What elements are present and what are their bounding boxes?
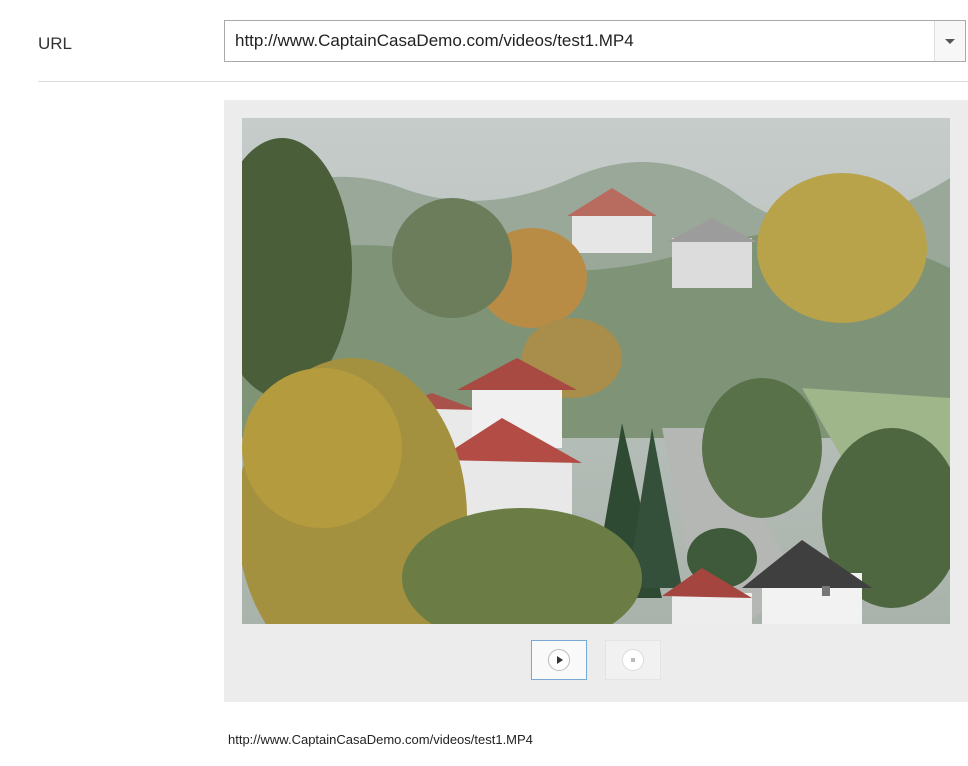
- url-combobox[interactable]: [224, 20, 966, 62]
- video-controls: [224, 640, 968, 690]
- video-still-image: [242, 118, 950, 624]
- chevron-down-icon: [945, 38, 955, 44]
- row-divider: [38, 81, 968, 82]
- url-dropdown-button[interactable]: [934, 21, 965, 61]
- url-input[interactable]: [225, 21, 934, 61]
- stop-icon: [622, 649, 644, 671]
- url-row: URL: [0, 0, 968, 82]
- video-source-caption: http://www.CaptainCasaDemo.com/videos/te…: [228, 732, 533, 747]
- url-label: URL: [38, 34, 73, 53]
- video-frame[interactable]: [242, 118, 950, 624]
- video-demo-page: URL http://www.CaptainCasaDemo.com/video…: [0, 0, 968, 766]
- stop-button[interactable]: [605, 640, 661, 680]
- play-icon: [548, 649, 570, 671]
- video-player: [224, 100, 968, 702]
- play-button[interactable]: [531, 640, 587, 680]
